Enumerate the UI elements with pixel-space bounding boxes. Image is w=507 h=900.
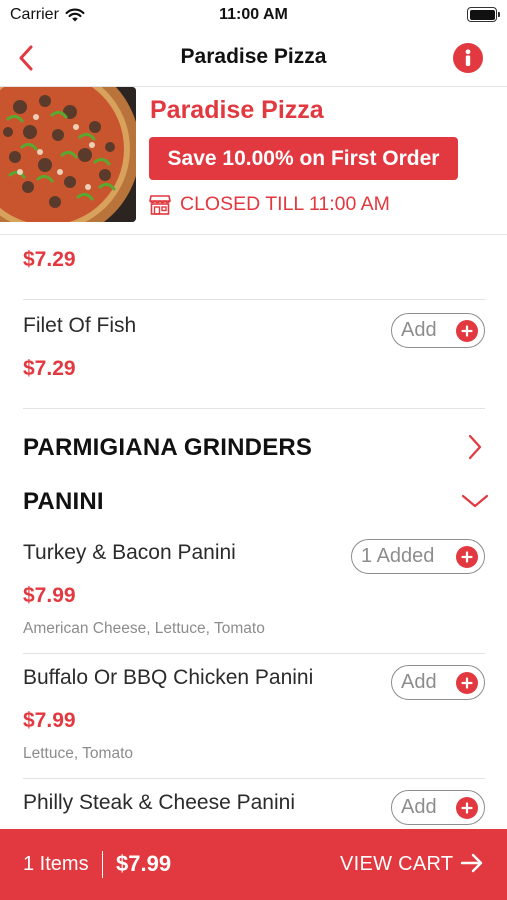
item-name: Buffalo Or BBQ Chicken Panini (23, 666, 314, 689)
divider (23, 299, 485, 300)
nav-bar: Paradise Pizza (0, 30, 507, 87)
item-description: American Cheese, Lettuce, Tomato (23, 620, 265, 637)
plus-icon (456, 319, 478, 342)
added-item-button[interactable]: 1 Added (351, 539, 485, 574)
item-price: $7.99 (23, 709, 76, 732)
category-panini[interactable]: PANINI (23, 488, 104, 516)
item-name: Philly Steak & Cheese Panini (23, 791, 295, 814)
info-icon (465, 49, 471, 66)
chevron-down-icon[interactable] (461, 493, 489, 509)
view-cart-bar[interactable]: 1 Items $7.99 VIEW CART (0, 829, 507, 900)
status-time: 11:00 AM (219, 6, 288, 23)
restaurant-image (0, 87, 136, 222)
store-icon (149, 194, 171, 215)
item-price: $7.29 (23, 357, 76, 380)
status-bar: Carrier 11:00 AM (0, 0, 507, 30)
add-item-button[interactable]: Add (391, 790, 485, 825)
item-description: Lettuce, Tomato (23, 745, 134, 762)
plus-icon (456, 545, 478, 568)
item-name: Turkey & Bacon Panini (23, 541, 236, 564)
add-button-label: Add (401, 319, 437, 341)
divider (23, 653, 485, 654)
arrow-right-icon (460, 853, 483, 873)
add-button-label: Add (401, 796, 437, 818)
info-button[interactable] (453, 43, 483, 73)
divider (23, 408, 485, 409)
menu-list[interactable]: $7.29 Filet Of Fish Add $7.29 PARMIGIANA… (0, 236, 507, 829)
chevron-right-icon[interactable] (467, 434, 483, 460)
promo-badge: Save 10.00% on First Order (149, 137, 458, 180)
item-price: $7.99 (23, 584, 76, 607)
add-item-button[interactable]: Add (391, 665, 485, 700)
item-price: $7.29 (23, 248, 76, 271)
page-title: Paradise Pizza (180, 45, 327, 68)
plus-icon (456, 671, 478, 694)
add-item-button[interactable]: Add (391, 313, 485, 348)
closed-status-label: CLOSED TILL 11:00 AM (180, 193, 390, 215)
divider (23, 778, 485, 779)
view-cart-button[interactable]: VIEW CART (340, 853, 453, 876)
cart-total: $7.99 (116, 851, 172, 876)
add-button-label: Add (401, 671, 437, 693)
closed-status: CLOSED TILL 11:00 AM (149, 193, 390, 216)
add-button-label: 1 Added (361, 545, 435, 567)
item-name: Filet Of Fish (23, 314, 137, 337)
battery-icon (467, 7, 500, 22)
plus-icon (456, 796, 478, 819)
restaurant-header: Paradise Pizza Save 10.00% on First Orde… (0, 87, 507, 235)
cart-item-count: 1 Items (23, 853, 89, 875)
restaurant-name: Paradise Pizza (150, 96, 324, 124)
cart-divider (102, 851, 103, 878)
category-parmigiana-grinders[interactable]: PARMIGIANA GRINDERS (23, 434, 312, 462)
